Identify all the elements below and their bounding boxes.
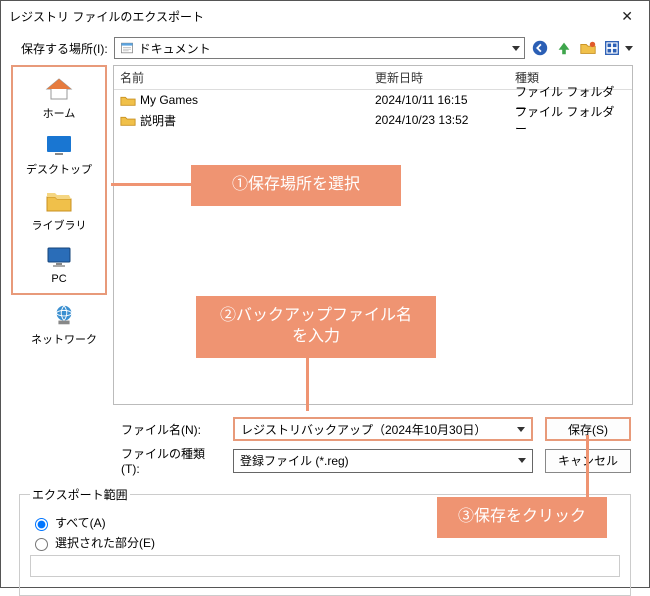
export-range-legend: エクスポート範囲 (30, 486, 130, 503)
new-folder-icon[interactable] (579, 39, 597, 57)
filename-label: ファイル名(N): (121, 421, 221, 438)
export-registry-dialog: レジストリ ファイルのエクスポート ✕ 保存する場所(I): ドキュメント (0, 0, 650, 588)
close-icon[interactable]: ✕ (613, 4, 641, 29)
file-name: My Games (140, 93, 198, 107)
filetype-label: ファイルの種類(T): (121, 445, 221, 476)
save-button[interactable]: 保存(S) (545, 417, 631, 441)
save-in-combo[interactable]: ドキュメント (114, 37, 525, 59)
place-home[interactable]: ホーム (13, 71, 105, 125)
radio-input[interactable] (35, 538, 48, 551)
toolbar: 保存する場所(I): ドキュメント (1, 31, 649, 65)
place-libraries-label: ライブラリ (32, 217, 87, 233)
chevron-down-icon (517, 427, 525, 432)
views-dropdown-icon[interactable] (625, 46, 633, 51)
chevron-down-icon (512, 46, 520, 51)
place-network-label: ネットワーク (31, 331, 97, 347)
up-icon[interactable] (555, 39, 573, 57)
filename-value: レジストリバックアップ（2024年10月30日） (241, 421, 517, 438)
save-in-label: 保存する場所(I): (21, 40, 108, 57)
place-libraries[interactable]: ライブラリ (13, 183, 105, 237)
radio-input[interactable] (35, 518, 48, 531)
back-icon[interactable] (531, 39, 549, 57)
range-all-radio[interactable]: すべて(A) (30, 514, 620, 531)
filetype-combo[interactable]: 登録ファイル (*.reg) (233, 449, 533, 473)
range-selected-radio[interactable]: 選択された部分(E) (30, 534, 620, 551)
libraries-icon (43, 187, 75, 215)
cancel-button[interactable]: キャンセル (545, 449, 631, 473)
place-pc[interactable]: PC (13, 239, 105, 289)
col-date[interactable]: 更新日時 (375, 69, 515, 86)
file-type: ファイル フォルダー (515, 103, 626, 137)
folder-doc-icon (119, 41, 135, 55)
file-name: 説明書 (140, 112, 176, 129)
col-name[interactable]: 名前 (120, 69, 375, 86)
selected-branch-input[interactable] (30, 555, 620, 577)
place-home-label: ホーム (43, 105, 76, 121)
folder-icon (120, 93, 136, 107)
places-bar: ホーム デスクトップ ライブラリ (11, 65, 107, 295)
titlebar: レジストリ ファイルのエクスポート ✕ (1, 1, 649, 31)
place-pc-label: PC (51, 273, 66, 285)
chevron-down-icon (518, 458, 526, 463)
views-icon[interactable] (603, 39, 621, 57)
dialog-title: レジストリ ファイルのエクスポート (9, 8, 613, 25)
export-range-group: エクスポート範囲 すべて(A) 選択された部分(E) (17, 486, 633, 596)
place-network[interactable]: ネットワーク (11, 295, 107, 347)
folder-icon (120, 113, 136, 127)
pc-icon (43, 243, 75, 271)
file-date: 2024/10/23 13:52 (375, 113, 515, 127)
place-desktop[interactable]: デスクトップ (13, 127, 105, 181)
file-list[interactable]: 名前 更新日時 種類 My Games 2024/10/11 16:15 ファイ… (113, 65, 633, 405)
save-in-text: ドキュメント (139, 40, 512, 57)
network-icon (48, 301, 80, 329)
home-icon (43, 75, 75, 103)
file-date: 2024/10/11 16:15 (375, 93, 515, 107)
file-row[interactable]: 説明書 2024/10/23 13:52 ファイル フォルダー (114, 110, 632, 130)
place-desktop-label: デスクトップ (26, 161, 92, 177)
bottom-fields: ファイル名(N): レジストリバックアップ（2024年10月30日） 保存(S)… (1, 405, 649, 476)
desktop-icon (43, 131, 75, 159)
filetype-value: 登録ファイル (*.reg) (240, 452, 518, 469)
filename-input[interactable]: レジストリバックアップ（2024年10月30日） (233, 417, 533, 441)
